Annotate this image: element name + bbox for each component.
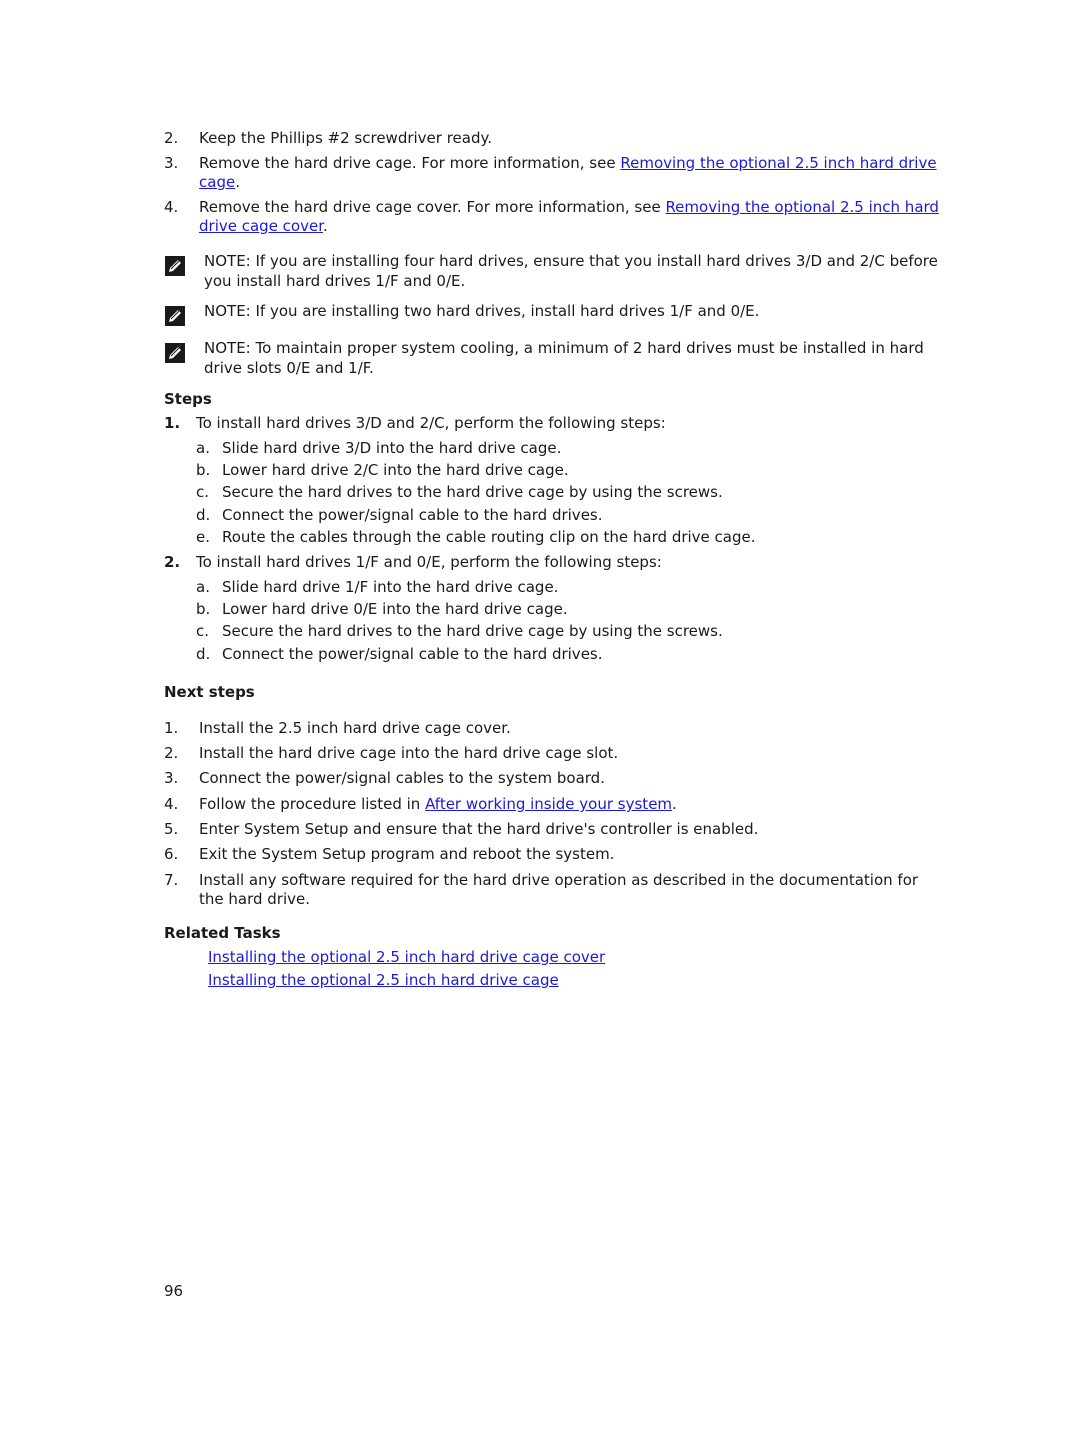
substep-text: Route the cables through the cable routi… <box>222 528 756 546</box>
next-steps-heading: Next steps <box>164 683 255 701</box>
substep-letter: c. <box>196 622 210 640</box>
substep: b. Lower hard drive 0/E into the hard dri… <box>196 600 568 619</box>
related-link-install-cage-cover[interactable]: Installing the optional 2.5 inch hard dr… <box>208 948 605 967</box>
step-number: 7. <box>164 871 179 889</box>
substep-letter: e. <box>196 528 210 546</box>
substep: c. Secure the hard drives to the hard dri… <box>196 483 723 502</box>
step-text: Install the hard drive cage into the har… <box>199 744 619 762</box>
substep-text: Slide hard drive 3/D into the hard drive… <box>222 439 562 457</box>
step-text: To install hard drives 1/F and 0/E, perf… <box>196 553 662 571</box>
substep: d. Connect the power/signal cable to the … <box>196 645 603 664</box>
substep-text: Connect the power/signal cable to the ha… <box>222 645 603 663</box>
substep: d. Connect the power/signal cable to the … <box>196 506 603 525</box>
note-label: NOTE: <box>204 339 251 357</box>
next-step: 7. Install any software required for the … <box>164 871 944 909</box>
substep-letter: c. <box>196 483 210 501</box>
step-number: 2. <box>164 129 179 147</box>
intro-step: 2. Keep the Phillips #2 screwdriver read… <box>164 129 944 148</box>
step-text: Remove the hard drive cage cover. For mo… <box>199 198 666 216</box>
intro-step: 3. Remove the hard drive cage. For more … <box>164 154 944 192</box>
substep-text: Connect the power/signal cable to the ha… <box>222 506 603 524</box>
step-text: Install the 2.5 inch hard drive cage cov… <box>199 719 511 737</box>
substep: a. Slide hard drive 3/D into the hard dri… <box>196 439 561 458</box>
intro-step: 4. Remove the hard drive cage cover. For… <box>164 198 944 236</box>
page-number: 96 <box>164 1282 184 1300</box>
punctuation: . <box>672 795 677 813</box>
step: 1. To install hard drives 3/D and 2/C, p… <box>164 414 666 433</box>
step-number: 4. <box>164 795 179 813</box>
step-number: 4. <box>164 198 179 216</box>
substep: a. Slide hard drive 1/F into the hard dri… <box>196 578 558 597</box>
substep-letter: a. <box>196 439 210 457</box>
step-text: Install any software required for the ha… <box>199 871 919 908</box>
substep-letter: d. <box>196 506 211 524</box>
note-pencil-icon <box>165 343 185 363</box>
next-step: 3. Connect the power/signal cables to the… <box>164 769 944 788</box>
substep-text: Secure the hard drives to the hard drive… <box>222 483 723 501</box>
step-text: Enter System Setup and ensure that the h… <box>199 820 759 838</box>
related-link-install-cage[interactable]: Installing the optional 2.5 inch hard dr… <box>208 971 559 990</box>
substep-letter: b. <box>196 461 211 479</box>
note-label: NOTE: <box>204 252 251 270</box>
step-number: 3. <box>164 769 179 787</box>
step-text: Follow the procedure listed in <box>199 795 426 813</box>
substep: b. Lower hard drive 2/C into the hard dri… <box>196 461 569 480</box>
note-text: If you are installing four hard drives, … <box>204 252 938 290</box>
note: NOTE: If you are installing two hard dri… <box>164 301 944 326</box>
substep-letter: a. <box>196 578 210 596</box>
substep: c. Secure the hard drives to the hard dri… <box>196 622 723 641</box>
substep-letter: d. <box>196 645 211 663</box>
note-text: If you are installing two hard drives, i… <box>250 302 760 320</box>
next-step: 1. Install the 2.5 inch hard drive cage c… <box>164 719 944 738</box>
substep-text: Slide hard drive 1/F into the hard drive… <box>222 578 559 596</box>
substep-text: Lower hard drive 0/E into the hard drive… <box>222 600 568 618</box>
note-label: NOTE: <box>204 302 251 320</box>
substep-letter: b. <box>196 600 211 618</box>
step-number: 1. <box>164 414 181 432</box>
next-step: 2. Install the hard drive cage into the h… <box>164 744 944 763</box>
note: NOTE: If you are installing four hard dr… <box>164 251 944 291</box>
punctuation: . <box>323 217 328 235</box>
note: NOTE: To maintain proper system cooling,… <box>164 338 944 378</box>
step-text: Exit the System Setup program and reboot… <box>199 845 615 863</box>
step-number: 2. <box>164 553 181 571</box>
note-pencil-icon <box>165 256 185 276</box>
next-step: 6. Exit the System Setup program and rebo… <box>164 845 944 864</box>
next-step: 4. Follow the procedure listed in After w… <box>164 795 944 814</box>
note-pencil-icon <box>165 306 185 326</box>
substep-text: Secure the hard drives to the hard drive… <box>222 622 723 640</box>
step-text: Connect the power/signal cables to the s… <box>199 769 605 787</box>
step-number: 5. <box>164 820 179 838</box>
next-step: 5. Enter System Setup and ensure that the… <box>164 820 944 839</box>
step-text: Keep the Phillips #2 screwdriver ready. <box>199 129 493 147</box>
steps-heading: Steps <box>164 390 212 408</box>
step-number: 2. <box>164 744 179 762</box>
substep-text: Lower hard drive 2/C into the hard drive… <box>222 461 569 479</box>
step-number: 1. <box>164 719 179 737</box>
step-number: 6. <box>164 845 179 863</box>
related-tasks-heading: Related Tasks <box>164 924 281 942</box>
step-text: Remove the hard drive cage. For more inf… <box>199 154 621 172</box>
substep: e. Route the cables through the cable rou… <box>196 528 756 547</box>
step-text: To install hard drives 3/D and 2/C, perf… <box>196 414 666 432</box>
note-text: To maintain proper system cooling, a min… <box>204 339 924 377</box>
link-after-working-inside[interactable]: After working inside your system <box>425 795 672 813</box>
step-number: 3. <box>164 154 179 172</box>
punctuation: . <box>235 173 240 191</box>
step: 2. To install hard drives 1/F and 0/E, p… <box>164 553 662 572</box>
